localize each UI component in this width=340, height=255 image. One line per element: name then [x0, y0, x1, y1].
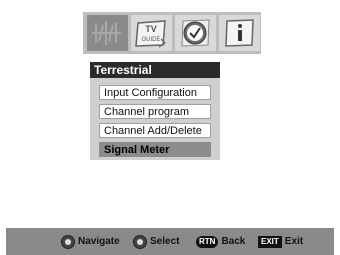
tab-tv-guide[interactable]: TV GUIDE [131, 15, 172, 51]
menu-title: Terrestrial [90, 62, 220, 78]
tab-bar: TV GUIDE [83, 12, 261, 54]
tab-terrestrial[interactable] [87, 15, 128, 51]
back-label: Back [221, 236, 246, 247]
rtn-key: RTN [196, 235, 219, 248]
select-key-icon [133, 234, 147, 249]
tab-info[interactable] [219, 15, 260, 51]
hint-select: Select [133, 233, 179, 250]
menu-item-channel-add-delete[interactable]: Channel Add/Delete [99, 123, 211, 138]
tab-timer[interactable] [175, 15, 216, 51]
info-icon [225, 19, 254, 47]
hint-navigate: Navigate [61, 233, 120, 250]
tv-screen: TV GUIDE Terrestrial Input Configuration… [6, 0, 334, 255]
clock-icon [181, 19, 210, 47]
select-label: Select [150, 236, 180, 247]
menu-item-input-configuration[interactable]: Input Configuration [99, 85, 211, 100]
menu-item-channel-program[interactable]: Channel program [99, 104, 211, 119]
navigate-key-icon [61, 234, 75, 249]
footer-hint-bar: Navigate Select RTN Back EXIT Exit [6, 228, 334, 255]
exit-key: EXIT [258, 235, 282, 248]
exit-label: Exit [284, 236, 304, 247]
tv-guide-icon: TV GUIDE [135, 20, 166, 48]
tv-guide-tv: TV [145, 24, 157, 34]
hint-back: RTN Back [196, 233, 245, 250]
antenna-icon [92, 21, 121, 45]
tv-guide-guide: GUIDE [141, 37, 160, 43]
menu-item-signal-meter[interactable]: Signal Meter [99, 142, 211, 157]
hint-exit: EXIT Exit [258, 233, 303, 250]
navigate-label: Navigate [78, 236, 120, 247]
